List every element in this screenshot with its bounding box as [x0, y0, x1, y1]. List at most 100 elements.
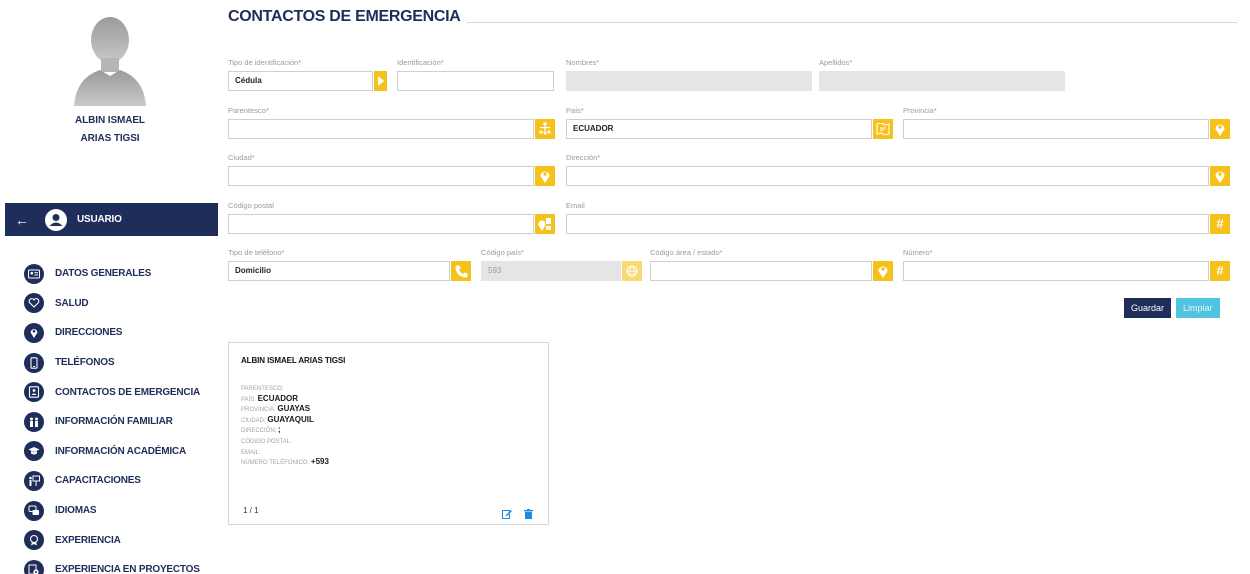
sidebar-item-label: INFORMACIÓN FAMILIAR [55, 416, 173, 428]
email-input[interactable] [566, 214, 1209, 234]
identificacion-input[interactable] [397, 71, 554, 91]
globe-icon[interactable] [622, 261, 642, 281]
direccion-input[interactable] [566, 166, 1209, 186]
ciudad-field: Ciudad* [228, 153, 555, 186]
nombres-field: Nombres* [566, 58, 812, 91]
provincia-input[interactable] [903, 119, 1209, 139]
sidebar-item-informacion-academica[interactable]: INFORMACIÓN ACADÉMICA [24, 437, 200, 467]
map-pin-icon[interactable] [1210, 166, 1230, 186]
avatar [70, 10, 150, 106]
row-key: NÚMERO TELÉFONICO: [241, 460, 310, 467]
title-divider [467, 22, 1237, 23]
field-label: Dirección* [566, 153, 601, 162]
row-key: PARENTESCO: [241, 386, 284, 392]
sidebar-item-datos-generales[interactable]: DATOS GENERALES [24, 259, 200, 289]
sidebar-item-label: CAPACITACIONES [55, 475, 141, 487]
caret-right-icon[interactable] [374, 71, 387, 91]
row-key: CÓDIGO POSTAL: [241, 438, 292, 445]
codigo-pais-input[interactable]: 593 [481, 261, 621, 281]
sidebar-item-label: DATOS GENERALES [55, 268, 152, 280]
sidebar-item-label: DIRECCIONES [55, 327, 123, 339]
trash-icon[interactable] [524, 506, 533, 524]
row-value: +593 [310, 457, 329, 467]
sidebar-item-experiencia[interactable]: EXPERIENCIA [24, 525, 200, 555]
numero-input[interactable] [903, 261, 1209, 281]
email-field: Email # [566, 201, 1230, 234]
row-value: GUAYAQUIL [267, 414, 314, 424]
map-pin-icon[interactable] [535, 166, 555, 186]
clear-button[interactable]: Limpiar [1176, 298, 1220, 318]
codigo-postal-field: Código postal [228, 201, 555, 234]
field-label: Provincia* [903, 106, 937, 115]
row-value: ECUADOR [257, 393, 299, 403]
pais-input[interactable]: ECUADOR [566, 119, 872, 139]
contact-card: ALBIN ISMAEL ARIAS TIGSI PARENTESCO: PAÍ… [228, 342, 549, 525]
ciudad-input[interactable] [228, 166, 534, 186]
sidebar-item-contactos-emergencia[interactable]: CONTACTOS DE EMERGENCIA [24, 377, 200, 407]
field-label: Parentesco* [228, 106, 269, 115]
tipo-telefono-select[interactable]: Domicilio [228, 261, 450, 281]
field-label: Número* [903, 248, 933, 257]
contact-row: PROVINCIA: GUAYAS [241, 404, 329, 415]
heart-hand-icon [24, 293, 44, 314]
id-card-icon [24, 263, 44, 284]
contact-row: NÚMERO TELÉFONICO: +593 [241, 457, 329, 468]
contact-details: PARENTESCO: PAÍS: ECUADOR PROVINCIA: GUA… [241, 383, 329, 468]
field-label: Nombres* [566, 58, 600, 67]
language-chat-icon [24, 500, 44, 521]
numero-field: Número* # [903, 248, 1230, 281]
sidebar-item-label: SALUD [55, 297, 89, 309]
hash-icon[interactable]: # [1210, 214, 1230, 234]
field-label: Apellidos* [819, 58, 853, 67]
codigo-postal-input[interactable] [228, 214, 534, 234]
user-bar-label: USUARIO [77, 214, 122, 225]
contact-row: CIUDAD: GUAYAQUIL [241, 415, 329, 426]
pais-field: País* ECUADOR [566, 106, 893, 139]
map-icon[interactable] [873, 119, 893, 139]
card-pager: 1 / 1 [243, 506, 259, 515]
field-label: País* [566, 106, 584, 115]
sidebar-item-label: IDIOMAS [55, 505, 97, 517]
user-last-name: ARIAS TIGSI [80, 133, 140, 144]
contact-row: PARENTESCO: [241, 383, 329, 394]
contact-row: CÓDIGO POSTAL: [241, 436, 329, 447]
field-label: Código postal [228, 201, 274, 210]
sidebar-item-salud[interactable]: SALUD [24, 289, 200, 319]
contact-name: ALBIN ISMAEL ARIAS TIGSI [241, 356, 346, 365]
map-pin-icon[interactable] [1210, 119, 1230, 139]
field-label: Código país* [481, 248, 524, 257]
back-arrow-icon[interactable]: ← [5, 212, 39, 228]
sidebar-item-informacion-familiar[interactable]: INFORMACIÓN FAMILIAR [24, 407, 200, 437]
badge-icon [24, 530, 44, 551]
family-tree-icon[interactable] [535, 119, 555, 139]
codigo-pais-field: Código país* 593 [481, 248, 642, 281]
contact-book-icon [24, 382, 44, 403]
form-actions: Guardar Limpiar [1124, 298, 1220, 318]
user-section-bar[interactable]: ← USUARIO [5, 203, 218, 236]
tipo-identificacion-select[interactable]: Cédula [228, 71, 373, 91]
sidebar-item-idiomas[interactable]: IDIOMAS [24, 496, 200, 526]
sidebar-item-label: EXPERIENCIA EN PROYECTOS [55, 564, 200, 574]
hash-icon[interactable]: # [1210, 261, 1230, 281]
map-pin-icon[interactable] [873, 261, 893, 281]
nombres-input[interactable] [566, 71, 812, 91]
codigo-area-input[interactable] [650, 261, 872, 281]
field-label: Ciudad* [228, 153, 255, 162]
phone-handset-icon[interactable] [451, 261, 471, 281]
save-button[interactable]: Guardar [1124, 298, 1172, 318]
contact-row: DIRECCIÓN: ; [241, 425, 329, 436]
row-key: EMAIL: [241, 449, 261, 456]
sidebar-item-direcciones[interactable]: DIRECCIONES [24, 318, 200, 348]
parentesco-input[interactable] [228, 119, 534, 139]
edit-icon[interactable] [502, 506, 512, 524]
field-label: Tipo de teléfono* [228, 248, 285, 257]
sidebar-item-experiencia-proyectos[interactable]: EXPERIENCIA EN PROYECTOS [24, 555, 200, 574]
postal-pin-icon[interactable] [535, 214, 555, 234]
apellidos-input[interactable] [819, 71, 1065, 91]
field-label: Código área / estado* [650, 248, 723, 257]
sidebar-item-label: INFORMACIÓN ACADÉMICA [55, 445, 186, 457]
sidebar-item-capacitaciones[interactable]: CAPACITACIONES [24, 466, 200, 496]
family-icon [24, 411, 44, 432]
sidebar-item-telefonos[interactable]: TELÉFONOS [24, 348, 200, 378]
contact-row: PAÍS: ECUADOR [241, 394, 329, 405]
